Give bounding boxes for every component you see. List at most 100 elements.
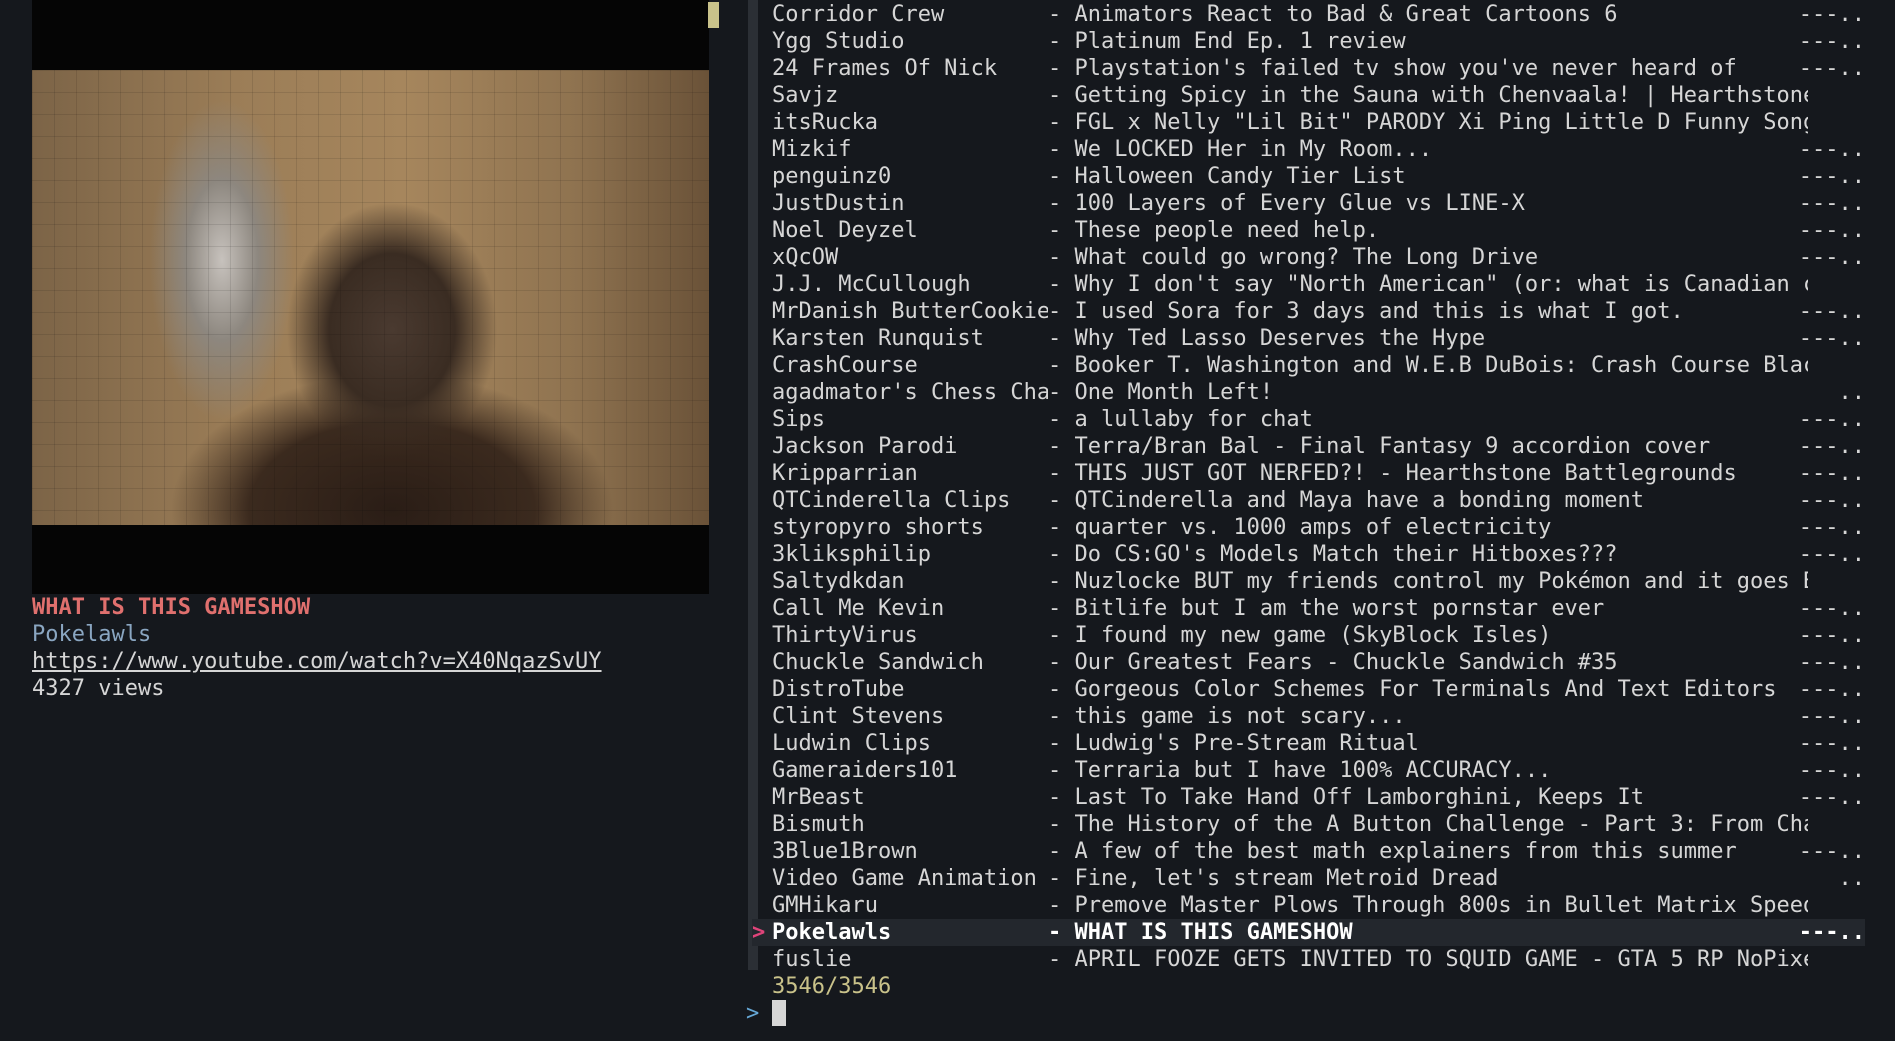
video-list: Corridor Crew - Animators React to Bad & …: [752, 1, 1865, 973]
list-item-title: - Do CS:GO's Models Match their Hitboxes…: [1048, 542, 1618, 567]
list-item[interactable]: Saltydkdan - Nuzlocke BUT my friends cont…: [752, 568, 1865, 595]
list-item-channel: Savjz: [772, 83, 839, 108]
list-item[interactable]: styropyro shorts - quarter vs. 1000 amps …: [752, 514, 1865, 541]
list-item-channel: itsRucka: [772, 110, 878, 135]
video-metadata: WHAT IS THIS GAMESHOW Pokelawls https://…: [32, 594, 602, 702]
list-item-status: ---..: [1798, 920, 1865, 945]
list-item-channel: GMHikaru: [772, 893, 878, 918]
list-item-selected[interactable]: > Pokelawls - WHAT IS THIS GAMESHOW ---..: [752, 919, 1865, 946]
list-item[interactable]: DistroTube - Gorgeous Color Schemes For T…: [752, 676, 1865, 703]
list-item-channel: agadmator's Chess Channel: [772, 380, 1048, 405]
list-item-status: ---..: [1798, 515, 1865, 540]
list-item-status: ---..: [1798, 245, 1865, 270]
preview-scroll-indicator: [708, 2, 719, 28]
list-item-channel: Mizkif: [772, 137, 852, 162]
list-item-channel: Kripparrian: [772, 461, 918, 486]
list-item-title: - QTCinderella and Maya have a bonding m…: [1048, 488, 1645, 513]
list-item-status: ---..: [1798, 56, 1865, 81]
list-item-channel: Noel Deyzel: [772, 218, 918, 243]
list-item-channel: MrBeast: [772, 785, 865, 810]
list-item-channel: QTCinderella Clips: [772, 488, 1011, 513]
list-item-channel: Pokelawls: [772, 920, 892, 945]
list-item[interactable]: ThirtyVirus - I found my new game (SkyBlo…: [752, 622, 1865, 649]
list-item-status: ---..: [1798, 407, 1865, 432]
video-title: WHAT IS THIS GAMESHOW: [32, 595, 311, 620]
list-item-title: - this game is not scary...: [1048, 704, 1406, 729]
list-item-status: ---..: [1798, 29, 1865, 54]
list-item[interactable]: Video Game Animation Study - Fine, let's …: [752, 865, 1865, 892]
list-item[interactable]: penguinz0 - Halloween Candy Tier List ---.…: [752, 163, 1865, 190]
list-item-title: - Booker T. Washington and W.E.B DuBois:…: [1048, 353, 1808, 378]
list-item[interactable]: Clint Stevens - this game is not scary...…: [752, 703, 1865, 730]
list-item-channel: Bismuth: [772, 812, 865, 837]
video-preview: [32, 0, 709, 594]
list-item-status: ---..: [1798, 326, 1865, 351]
list-item-title: - Bitlife but I am the worst pornstar ev…: [1048, 596, 1605, 621]
list-item-channel: Call Me Kevin: [772, 596, 945, 621]
list-item[interactable]: Savjz - Getting Spicy in the Sauna with C…: [752, 82, 1865, 109]
list-item-status: ..: [1838, 866, 1866, 891]
list-item-channel: 24 Frames Of Nick: [772, 56, 998, 81]
list-item-channel: Clint Stevens: [772, 704, 945, 729]
list-item-title: - Why Ted Lasso Deserves the Hype: [1048, 326, 1486, 351]
list-item-status: ---..: [1798, 299, 1865, 324]
list-item[interactable]: Ygg Studio - Platinum End Ep. 1 review ---…: [752, 28, 1865, 55]
list-item[interactable]: Chuckle Sandwich - Our Greatest Fears - C…: [752, 649, 1865, 676]
list-item[interactable]: Jackson Parodi - Terra/Bran Bal - Final F…: [752, 433, 1865, 460]
list-item[interactable]: MrDanish ButterCookie - I used Sora for 3…: [752, 298, 1865, 325]
list-item[interactable]: MrBeast - Last To Take Hand Off Lamborghi…: [752, 784, 1865, 811]
list-item-channel: JustDustin: [772, 191, 905, 216]
list-item-channel: 3kliksphilip: [772, 542, 931, 567]
list-item[interactable]: Karsten Runquist - Why Ted Lasso Deserves…: [752, 325, 1865, 352]
list-item[interactable]: Call Me Kevin - Bitlife but I am the wors…: [752, 595, 1865, 622]
list-item-channel: Sips: [772, 407, 825, 432]
list-item-title: - What could go wrong? The Long Drive: [1048, 245, 1539, 270]
list-item-title: - Nuzlocke BUT my friends control my Pok…: [1048, 569, 1808, 594]
list-item-channel: Ygg Studio: [772, 29, 905, 54]
list-item-title: - Halloween Candy Tier List: [1048, 164, 1406, 189]
video-url-link[interactable]: https://www.youtube.com/watch?v=X40NqazS…: [32, 648, 602, 675]
search-input-cursor[interactable]: [772, 1000, 786, 1026]
list-item[interactable]: Sips - a lullaby for chat ---..: [752, 406, 1865, 433]
list-item-status: ---..: [1798, 218, 1865, 243]
list-item[interactable]: 3kliksphilip - Do CS:GO's Models Match th…: [752, 541, 1865, 568]
terminal-window: WHAT IS THIS GAMESHOW Pokelawls https://…: [0, 0, 1895, 1041]
list-item-status: ---..: [1798, 731, 1865, 756]
list-item[interactable]: Ludwin Clips - Ludwig's Pre-Stream Ritual…: [752, 730, 1865, 757]
list-item-channel: Gameraiders101: [772, 758, 958, 783]
list-item-title: - Fine, let's stream Metroid Dread: [1048, 866, 1499, 891]
list-item-title: - APRIL FOOZE GETS INVITED TO SQUID GAME…: [1048, 947, 1808, 972]
list-item-title: - These people need help.: [1048, 218, 1380, 243]
list-item-title: - One Month Left!: [1048, 380, 1274, 405]
list-item[interactable]: GMHikaru - Premove Master Plows Through 8…: [752, 892, 1865, 919]
list-item[interactable]: CrashCourse - Booker T. Washington and W.…: [752, 352, 1865, 379]
list-item[interactable]: Gameraiders101 - Terraria but I have 100%…: [752, 757, 1865, 784]
list-item-title: - I used Sora for 3 days and this is wha…: [1048, 299, 1684, 324]
list-item[interactable]: agadmator's Chess Channel- One Month Lef…: [752, 379, 1865, 406]
video-channel: Pokelawls: [32, 622, 152, 647]
list-item-status: ---..: [1798, 785, 1865, 810]
list-item[interactable]: itsRucka - FGL x Nelly "Lil Bit" PARODY X…: [752, 109, 1865, 136]
list-item[interactable]: J.J. McCullough - Why I don't say "North …: [752, 271, 1865, 298]
list-item[interactable]: Corridor Crew - Animators React to Bad & …: [752, 1, 1865, 28]
list-item[interactable]: QTCinderella Clips - QTCinderella and May…: [752, 487, 1865, 514]
list-item-channel: Jackson Parodi: [772, 434, 958, 459]
list-item[interactable]: Noel Deyzel - These people need help. ---.…: [752, 217, 1865, 244]
list-item-channel: Saltydkdan: [772, 569, 905, 594]
list-item-channel: styropyro shorts: [772, 515, 984, 540]
list-item[interactable]: fuslie - APRIL FOOZE GETS INVITED TO SQUI…: [752, 946, 1865, 973]
list-item-channel: penguinz0: [772, 164, 892, 189]
list-item-status: ---..: [1798, 2, 1865, 27]
list-item[interactable]: 3Blue1Brown - A few of the best math expl…: [752, 838, 1865, 865]
list-item[interactable]: Bismuth - The History of the A Button Cha…: [752, 811, 1865, 838]
list-item-title: - Ludwig's Pre-Stream Ritual: [1048, 731, 1419, 756]
list-item-channel: Ludwin Clips: [772, 731, 931, 756]
list-item-title: - Our Greatest Fears - Chuckle Sandwich …: [1048, 650, 1618, 675]
list-item[interactable]: 24 Frames Of Nick - Playstation's failed …: [752, 55, 1865, 82]
list-item[interactable]: xQcOW - What could go wrong? The Long Dri…: [752, 244, 1865, 271]
video-views: 4327 views: [32, 676, 165, 701]
list-item[interactable]: JustDustin - 100 Layers of Every Glue vs …: [752, 190, 1865, 217]
list-item-status: ---..: [1798, 650, 1865, 675]
list-item[interactable]: Mizkif - We LOCKED Her in My Room... ---..: [752, 136, 1865, 163]
list-item[interactable]: Kripparrian - THIS JUST GOT NERFED?! - He…: [752, 460, 1865, 487]
